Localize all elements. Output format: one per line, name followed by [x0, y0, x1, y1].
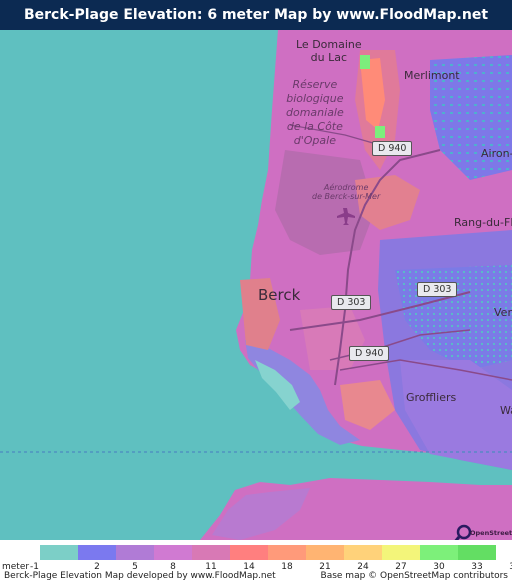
legend-swatch [154, 545, 192, 560]
place-merlimont: Merlimont [404, 69, 460, 82]
place-airon: Airon-N [481, 147, 512, 160]
legend-swatch [78, 545, 116, 560]
legend-swatch [230, 545, 268, 560]
legend-swatch [458, 545, 496, 560]
legend-swatch [116, 545, 154, 560]
legend-swatch [192, 545, 230, 560]
place-vert: Vert [494, 306, 512, 319]
place-rang-du-fliers: Rang-du-Flie [454, 216, 512, 229]
place-berck: Berck [258, 286, 301, 304]
legend-swatch [344, 545, 382, 560]
place-le-domaine-du-lac: Le Domaine du Lac [296, 38, 362, 64]
place-aerodrome: Aérodrome de Berck-sur-Mer [312, 183, 381, 201]
road-d940-south: D 940 [349, 346, 390, 361]
road-d940-north: D 940 [372, 141, 413, 156]
legend-swatch [268, 545, 306, 560]
legend: meter -1258111418212427303337 Berck-Plag… [0, 540, 512, 582]
title-bar: Berck-Plage Elevation: 6 meter Map by ww… [0, 0, 512, 53]
legend-swatch [420, 545, 458, 560]
footer-credit: Berck-Plage Elevation Map developed by w… [4, 571, 276, 581]
legend-label: 18 [281, 562, 293, 572]
legend-swatch [382, 545, 420, 560]
osm-badge-text: OpenStreetMap [470, 529, 512, 537]
place-groffliers: Groffliers [406, 391, 457, 404]
road-d303-center: D 303 [331, 295, 372, 310]
place-reserve: Réserve biologique domaniale de la Côte d'Op… [286, 78, 344, 147]
page-title: Berck-Plage Elevation: 6 meter Map by ww… [23, 7, 489, 53]
legend-swatch [40, 545, 78, 560]
road-d303-east: D 303 [417, 282, 458, 297]
footer-basemap: Base map © OpenStreetMap contributors [320, 571, 508, 581]
legend-swatch [306, 545, 344, 560]
place-wa: Wa [500, 404, 512, 417]
elevation-map[interactable]: Le Domaine du Lac Merlimont Réserve biolog… [0, 30, 512, 540]
